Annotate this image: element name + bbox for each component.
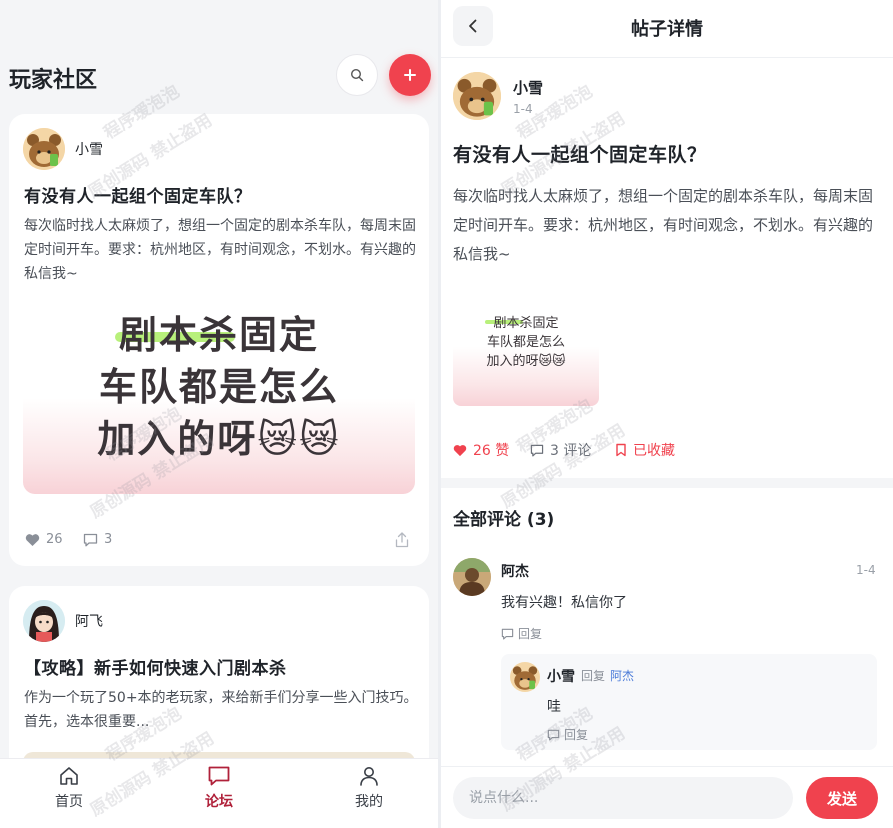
comment-button[interactable]: 3 评论 [530,440,591,460]
section-separator [441,478,893,488]
reply-button[interactable]: 回复 [501,625,542,642]
like-count: 26 [46,532,63,547]
comment-icon [501,628,514,640]
share-icon [395,532,409,548]
share-button[interactable] [395,532,415,548]
chat-icon [208,766,230,786]
comment-icon [547,729,560,741]
post-author[interactable]: 阿飞 [23,600,103,642]
like-button[interactable]: 26 赞 [453,440,509,460]
post-date: 1-4 [513,101,533,116]
image-caption-line: 剧本杀固定 [493,316,559,331]
favorite-label: 已收藏 [633,443,675,459]
feed-header: 玩家社区 [0,48,438,104]
reply-word: 回复 [581,669,606,683]
post-actions: 26 赞 3 评论 已收藏 [453,440,883,462]
plus-icon [404,69,416,81]
post-excerpt: 每次临时找人太麻烦了，想组一个固定的剧本杀车队，每周末固定时间开车。要求：杭州地… [24,218,416,282]
post-author[interactable]: 小雪 1-4 [453,72,543,120]
comment-icon [83,533,98,546]
nav-item-home[interactable]: 首页 [29,765,109,811]
comment-count: 3 [104,532,113,547]
nav-label: 首页 [55,794,83,810]
bookmark-icon [616,443,626,457]
app-stage: 玩家社区 小雪 有没有人一起组个固定车队？ 每次临时找人太麻烦了，想组一个固定的… [0,0,893,828]
sub-reply-box: 小雪 回复 阿杰 哇 回复 [501,654,877,750]
reply-label: 回复 [518,627,543,641]
page-title: 玩家社区 [9,68,98,93]
comment-input[interactable] [453,777,793,819]
comments-title: 全部评论 (3) [453,510,555,530]
heart-icon [453,444,467,456]
post-title[interactable]: 【攻略】新手如何快速入门剧本杀 [24,654,287,679]
author-name: 小雪 [513,78,544,97]
post-title: 有没有人一起组个固定车队？ [453,144,707,166]
reply-to-user[interactable]: 阿杰 [610,667,634,684]
comment-icon [530,444,544,456]
add-post-button[interactable] [389,54,431,96]
bear-avatar-icon [510,662,540,692]
bottom-nav: 首页 论坛 我的 [0,758,438,828]
author-meta: 小雪 1-4 [513,77,543,116]
search-icon [350,68,364,82]
home-icon [60,767,78,785]
comment-author: 阿杰 [501,564,529,580]
comment-button[interactable]: 3 [83,532,112,547]
detail-header: 帖子详情 [441,0,893,58]
avatar[interactable] [453,72,501,120]
author-name: 阿飞 [75,614,103,630]
person-avatar-icon [453,558,491,596]
girl-avatar-icon [23,600,65,642]
bear-avatar-icon [453,72,501,120]
reply-label: 回复 [564,728,589,742]
watermark-line: 原创源码 禁止盗用 [497,420,629,513]
user-icon [360,767,378,786]
image-caption-line: 剧本杀固定 [118,313,319,357]
nav-label: 论坛 [205,794,233,810]
nav-label: 我的 [355,794,383,810]
post-image[interactable]: 剧本杀固定 车队都是怎么 加入的呀😿😿 [453,298,599,406]
reply-text: 哇 [547,699,561,715]
comment-text: 我有兴趣！私信你了 [501,595,627,611]
author-name: 小雪 [75,142,103,158]
send-button[interactable]: 发送 [806,777,878,819]
image-caption-line: 加入的呀😿😿 [486,354,566,369]
post-title[interactable]: 有没有人一起组个固定车队？ [24,182,252,207]
favorite-button[interactable]: 已收藏 [615,440,675,460]
search-button[interactable] [336,54,378,96]
comment-date: 1-4 [856,563,876,577]
post-image[interactable]: 剧本杀固定 车队都是怎么 加入的呀😿😿 [23,302,415,494]
community-feed-panel: 玩家社区 小雪 有没有人一起组个固定车队？ 每次临时找人太麻烦了，想组一个固定的… [0,0,438,828]
post-detail-panel: 帖子详情 小雪 1-4 有没有人一起组个固定车队？ 每次临时找人太麻烦了，想组一… [441,0,893,828]
post-excerpt: 作为一个玩了50+本的老玩家，来给新手们分享一些入门技巧。首先，选本很重要... [24,690,418,730]
post-actions: 26 3 [25,532,415,554]
reply-button[interactable]: 回复 [547,726,588,743]
page-title: 帖子详情 [631,19,703,40]
image-caption-line: 车队都是怎么 [98,365,339,409]
like-button[interactable]: 26 [25,532,63,547]
avatar[interactable] [23,600,65,642]
bear-avatar-icon [23,128,65,170]
avatar[interactable] [453,558,491,596]
post-author[interactable]: 小雪 [23,128,103,170]
heart-icon [25,533,40,546]
avatar[interactable] [23,128,65,170]
post-card[interactable]: 小雪 有没有人一起组个固定车队？ 每次临时找人太麻烦了，想组一个固定的剧本杀车队… [9,114,429,566]
like-label: 26 赞 [473,443,510,459]
nav-item-mine[interactable]: 我的 [329,765,409,811]
post-body: 每次临时找人太麻烦了，想组一个固定的剧本杀车队，每周末固定时间开车。要求：杭州地… [453,187,874,263]
image-caption-line: 加入的呀😿😿 [97,417,341,461]
comment-input-bar: 发送 [441,766,893,828]
avatar[interactable] [510,662,540,692]
image-caption-line: 车队都是怎么 [486,335,565,350]
reply-author: 小雪 [547,669,575,685]
nav-item-forum[interactable]: 论坛 [179,765,259,811]
comment-label: 3 评论 [550,443,592,459]
